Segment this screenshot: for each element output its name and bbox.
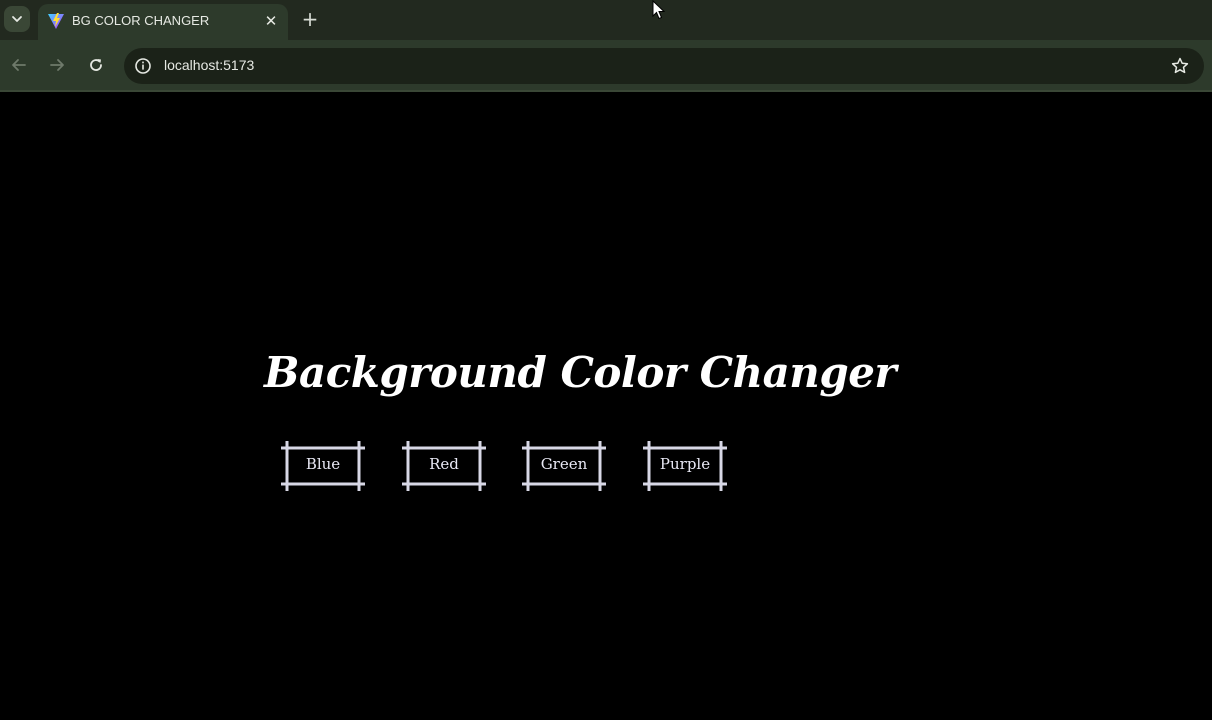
chevron-down-icon [12, 16, 22, 22]
page-title: Background Color Changer [264, 348, 897, 397]
red-button[interactable]: Red [402, 441, 486, 491]
new-tab-button[interactable]: + [298, 7, 322, 31]
green-button[interactable]: Green [522, 441, 606, 491]
button-label: Blue [305, 455, 341, 473]
star-icon[interactable] [1170, 56, 1190, 76]
tab-search-button[interactable] [4, 6, 30, 32]
back-button[interactable] [6, 52, 32, 78]
forward-arrow-icon [50, 59, 64, 71]
tab-strip: BG COLOR CHANGER ✕ + [0, 0, 1212, 40]
browser-chrome: BG COLOR CHANGER ✕ + localhost:5173 [0, 0, 1212, 92]
blue-button[interactable]: Blue [281, 441, 365, 491]
reload-button[interactable] [83, 52, 109, 78]
tab-title: BG COLOR CHANGER [72, 13, 210, 28]
url-text[interactable]: localhost:5173 [164, 57, 254, 73]
tab-close-button[interactable]: ✕ [262, 12, 280, 30]
mouse-cursor-icon [652, 0, 666, 20]
tab-active[interactable]: BG COLOR CHANGER ✕ [38, 4, 288, 40]
button-label: Green [540, 455, 588, 473]
page-content: Background Color Changer Blue Red Green … [0, 92, 1212, 720]
info-icon[interactable] [134, 57, 152, 75]
back-arrow-icon [12, 59, 26, 71]
browser-toolbar: localhost:5173 [0, 40, 1212, 92]
forward-button[interactable] [44, 52, 70, 78]
button-label: Red [429, 455, 459, 473]
address-bar[interactable]: localhost:5173 [124, 48, 1204, 84]
button-label: Purple [659, 455, 711, 473]
reload-icon [90, 59, 102, 71]
vite-favicon-icon [48, 13, 64, 29]
purple-button[interactable]: Purple [643, 441, 727, 491]
